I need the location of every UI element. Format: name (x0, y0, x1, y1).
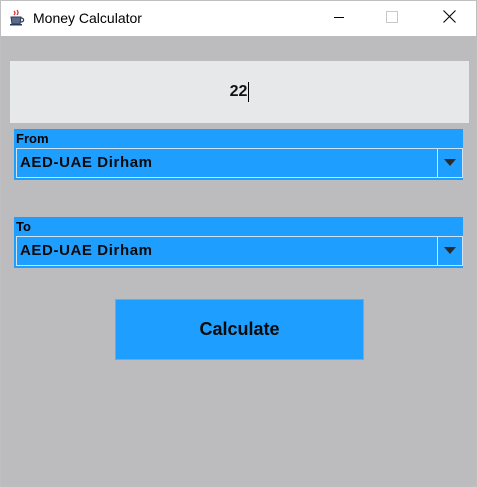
text-caret (248, 82, 250, 102)
from-currency-select[interactable]: AED-UAE Dirham (16, 148, 463, 178)
minimize-button[interactable] (316, 1, 362, 36)
caret-down-icon (444, 154, 456, 172)
calculate-button[interactable]: Calculate (115, 299, 364, 360)
content-panel: 22 From AED-UAE Dirham To AED-UAE Dirham (1, 36, 476, 486)
window-title: Money Calculator (33, 10, 142, 26)
to-label: To (16, 219, 31, 234)
title-bar: Money Calculator (1, 1, 476, 36)
close-button[interactable] (426, 1, 472, 36)
from-label: From (16, 131, 49, 146)
to-panel: To AED-UAE Dirham (14, 217, 463, 268)
maximize-icon (386, 10, 398, 28)
minimize-icon (333, 10, 345, 28)
to-selected-value: AED-UAE Dirham (20, 242, 153, 259)
to-currency-select[interactable]: AED-UAE Dirham (16, 236, 463, 266)
java-coffee-cup-icon (8, 9, 26, 27)
close-icon (442, 9, 456, 28)
amount-input[interactable]: 22 (10, 61, 469, 123)
amount-value: 22 (229, 83, 248, 100)
from-dropdown-button[interactable] (437, 149, 462, 177)
maximize-button[interactable] (369, 1, 415, 36)
from-panel: From AED-UAE Dirham (14, 129, 463, 180)
app-window: Money Calculator 22 From AED-UAE Dirham … (0, 0, 477, 487)
to-dropdown-button[interactable] (437, 237, 462, 265)
from-selected-value: AED-UAE Dirham (20, 154, 153, 171)
caret-down-icon (444, 242, 456, 260)
